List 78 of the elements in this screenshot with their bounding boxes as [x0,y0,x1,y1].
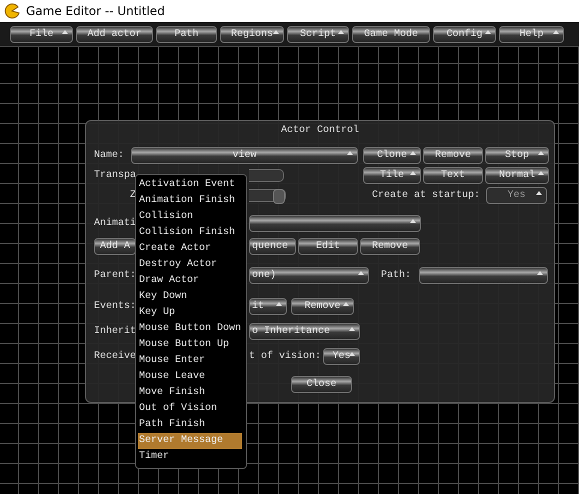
menu-item[interactable]: Activation Event [138,177,242,193]
menu-item[interactable]: Key Down [138,289,242,305]
caret-icon [273,30,279,34]
caret-icon [343,302,349,306]
button[interactable]: Add A [94,238,136,254]
field-label: t of vision: [249,350,322,362]
caret-icon [62,30,68,34]
field-label: Parent: [94,270,136,280]
parent-dropdown[interactable]: one) [249,266,369,284]
dialog-title: Actor Control [280,125,359,136]
window-title: Game Editor -- Untitled [26,4,165,18]
menu-button[interactable]: Add actor [76,26,153,42]
caret-icon [538,170,544,174]
slider-track[interactable] [249,188,286,202]
menu-item[interactable]: Move Finish [138,385,242,401]
menu-item[interactable]: Path Finish [138,417,242,433]
button[interactable]: quence [249,238,296,254]
menu-item[interactable]: Timer [138,449,242,465]
menu-item[interactable]: Mouse Enter [138,353,242,369]
menu-item[interactable]: Collision [138,209,242,225]
menu-item[interactable]: Mouse Button Down [138,321,242,337]
menu-item[interactable]: Key Up [138,305,242,321]
menu-item[interactable]: Destroy Actor [138,257,242,273]
caret-icon [536,190,542,194]
animation-dropdown[interactable] [249,214,421,232]
caret-icon [537,270,543,274]
caret-icon [410,170,416,174]
menu-item[interactable]: Create Actor [138,241,242,257]
inherit-dropdown[interactable]: o Inheritance [249,322,360,340]
button[interactable]: Edit [298,238,358,254]
menu-button[interactable]: Game Mode [352,26,430,42]
button[interactable]: Normal [485,166,549,184]
caret-icon [338,30,344,34]
button[interactable]: Remove [360,238,420,254]
button[interactable]: Text [423,166,483,184]
menu-item[interactable]: Mouse Leave [138,369,242,385]
field-label: Inherit [94,326,136,336]
menu-item[interactable]: Server Message [138,433,242,449]
slider-track[interactable] [249,168,284,182]
button[interactable]: Tile [363,166,421,184]
menu-item[interactable]: Draw Actor [138,273,242,289]
caret-icon [485,30,491,34]
menu-item[interactable]: Mouse Button Up [138,337,242,353]
slider-handle[interactable] [273,188,285,204]
menu-button[interactable]: Script [287,26,349,42]
caret-icon [349,326,355,330]
caret-icon [349,352,355,356]
field-label: Animati [94,218,136,228]
field-label: Path: [381,270,412,280]
menu-button[interactable]: File [10,26,73,42]
caret-icon [358,270,364,274]
name-dropdown[interactable]: view [131,146,358,164]
caret-icon [276,302,282,306]
menu-item[interactable]: Out of Vision [138,401,242,417]
field-label: Transpa [94,170,136,180]
menu-item[interactable]: Collision Finish [138,225,242,241]
button[interactable]: Remove [423,146,483,164]
caret-icon [538,150,544,154]
close-button[interactable]: Close [291,376,352,392]
menu-button[interactable]: Config [433,26,496,42]
menu-button[interactable]: Path [156,26,217,42]
menu-button[interactable]: Regions [220,26,284,42]
field-label: Events: [94,300,136,312]
caret-icon [410,218,416,222]
caret-icon [347,150,353,154]
menu-item[interactable]: Animation Finish [138,193,242,209]
caret-icon [410,150,416,154]
path-dropdown[interactable] [419,266,548,284]
receive-dropdown[interactable]: Yes [323,348,360,364]
field-label: Name: [94,150,126,160]
button[interactable]: it [249,298,287,314]
field-label: Create at startup: [372,190,482,200]
field-label: Receive [94,350,136,362]
app-logo-icon [4,3,20,19]
menu-button[interactable]: Help [499,26,564,42]
caret-icon [553,30,559,34]
button[interactable]: Clone [363,146,421,164]
button[interactable]: Remove [291,298,354,314]
